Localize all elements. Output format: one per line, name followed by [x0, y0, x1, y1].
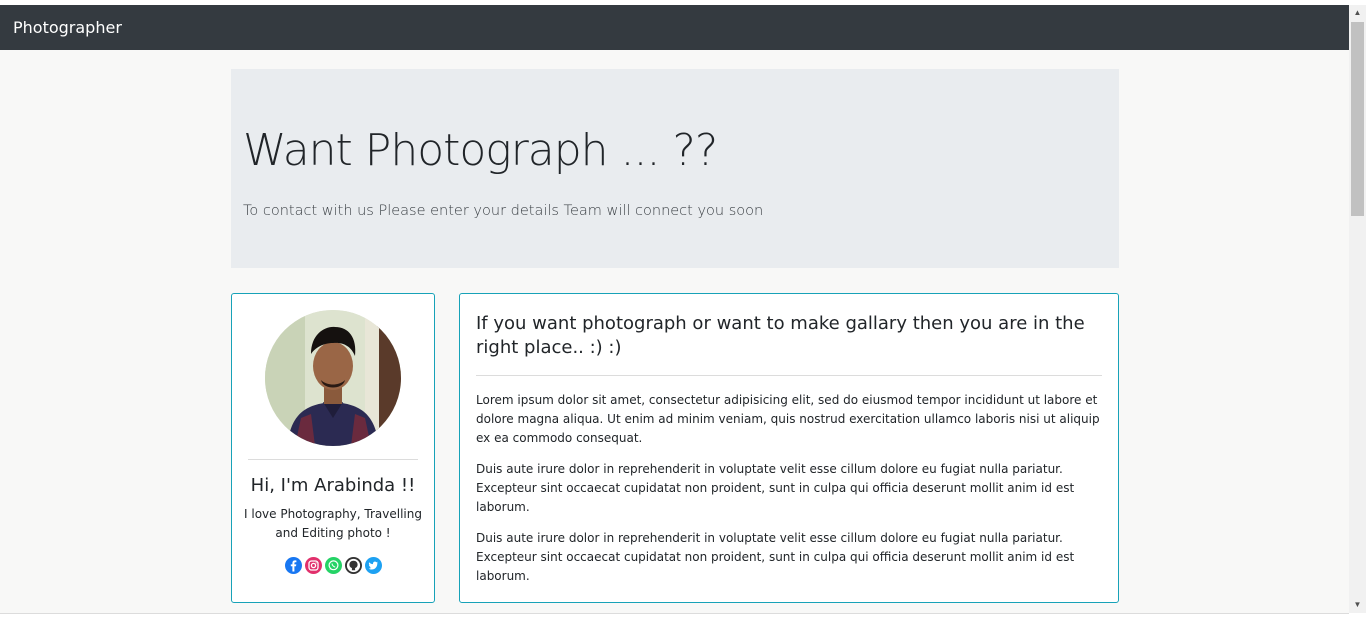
about-divider — [476, 375, 1102, 376]
scrollbar-thumb[interactable] — [1351, 22, 1364, 216]
whatsapp-icon[interactable] — [324, 557, 342, 574]
vertical-scrollbar[interactable]: ▲ ▼ — [1349, 5, 1366, 613]
profile-card: Hi, I'm Arabinda !! I love Photography, … — [231, 293, 435, 603]
navbar-brand[interactable]: Photographer — [13, 18, 122, 37]
page-content: Want Photograph ... ?? To contact with u… — [0, 50, 1349, 613]
jumbotron: Want Photograph ... ?? To contact with u… — [231, 69, 1119, 268]
facebook-icon[interactable] — [284, 557, 302, 574]
social-links — [232, 557, 434, 574]
jumbotron-title: Want Photograph ... ?? — [243, 125, 718, 176]
about-paragraph: Lorem ipsum dolor sit amet, consectetur … — [476, 393, 1100, 445]
about-title: If you want photograph or want to make g… — [476, 313, 1085, 358]
scroll-up-arrow-icon[interactable]: ▲ — [1349, 5, 1366, 21]
navbar: Photographer — [0, 5, 1349, 50]
about-paragraph: Duis aute irure dolor in reprehenderit i… — [476, 462, 1075, 514]
twitter-icon[interactable] — [364, 557, 382, 574]
avatar — [265, 310, 401, 446]
scroll-down-arrow-icon[interactable]: ▼ — [1349, 597, 1366, 613]
jumbotron-subtitle: To contact with us Please enter your det… — [243, 203, 764, 219]
about-paragraph: Duis aute irure dolor in reprehenderit i… — [476, 531, 1075, 583]
profile-name: Hi, I'm Arabinda !! — [250, 475, 416, 496]
about-body: Lorem ipsum dolor sit amet, consectetur … — [476, 391, 1106, 598]
profile-divider — [248, 459, 418, 460]
profile-bio: I love Photography, Travelling and Editi… — [244, 507, 422, 540]
github-icon[interactable] — [344, 557, 362, 574]
window-bottom-edge — [0, 613, 1349, 618]
instagram-icon[interactable] — [304, 557, 322, 574]
about-card: If you want photograph or want to make g… — [459, 293, 1119, 603]
avatar-photo — [265, 310, 401, 446]
